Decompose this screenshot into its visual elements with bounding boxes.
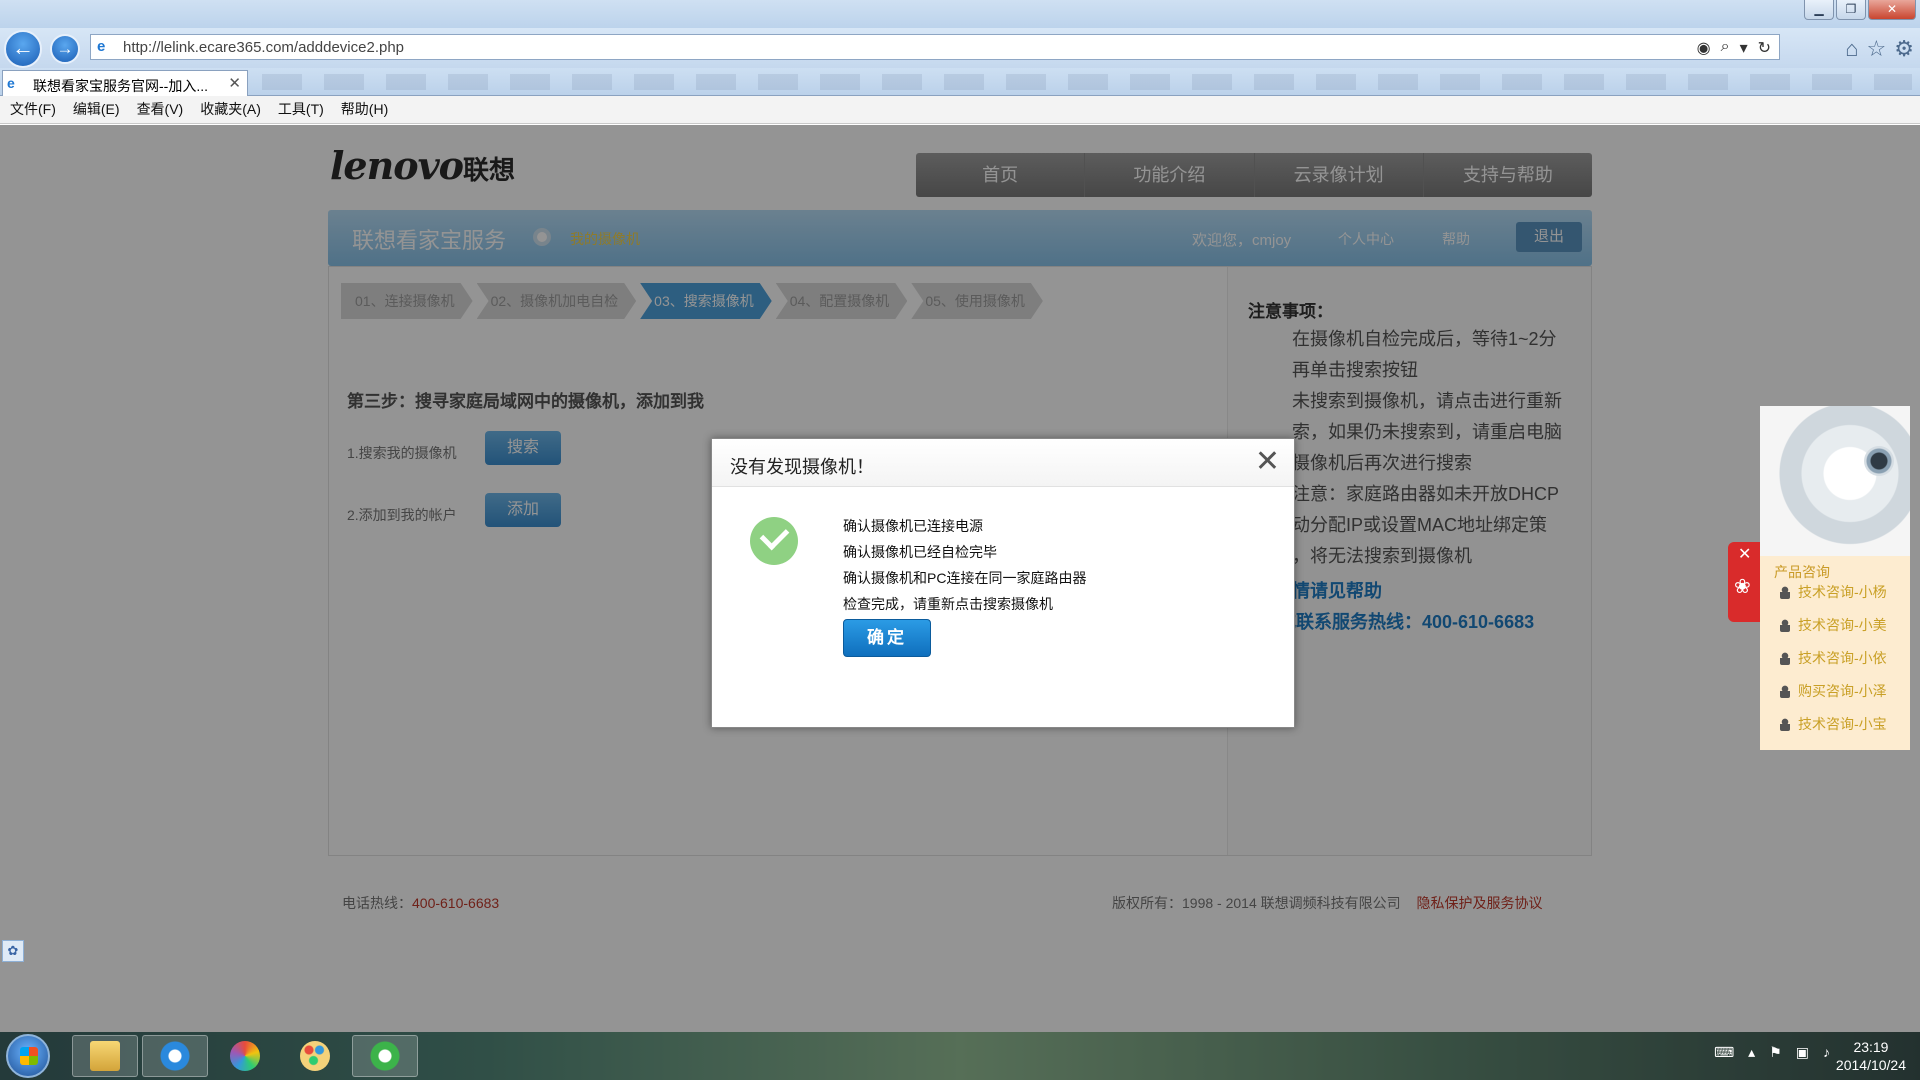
dialog-line: 确认摄像机已连接电源 <box>843 518 983 534</box>
maximize-button[interactable]: ❐ <box>1836 0 1866 20</box>
favorites-bar <box>262 74 1912 90</box>
person-icon <box>1780 685 1790 698</box>
forward-button[interactable]: → <box>50 34 80 64</box>
menu-help[interactable]: 帮助(H) <box>341 96 388 123</box>
clock[interactable]: 23:19 2014/10/24 <box>1836 1038 1906 1074</box>
menu-edit[interactable]: 编辑(E) <box>73 96 120 123</box>
menu-favorites[interactable]: 收藏夹(A) <box>200 96 261 123</box>
dialog-line: 确认摄像机和PC连接在同一家庭路由器 <box>843 570 1087 586</box>
search-icon[interactable]: ⌕ <box>1721 38 1730 58</box>
chat-contact-label: 购买咨询-小泽 <box>1798 683 1887 699</box>
person-icon <box>1780 586 1790 599</box>
taskbar-explorer[interactable] <box>72 1035 138 1077</box>
windows-logo-icon <box>20 1047 38 1065</box>
favorites-star-icon[interactable]: ☆ <box>1867 36 1887 62</box>
chat-toggle[interactable]: ✕ ❀ <box>1728 542 1760 622</box>
ie-icon <box>160 1041 190 1071</box>
flag-icon[interactable]: ⚑ <box>1769 1044 1782 1061</box>
person-icon <box>1780 652 1790 665</box>
chat-contact-label: 技术咨询-小美 <box>1798 617 1887 633</box>
menu-tools[interactable]: 工具(T) <box>278 96 324 123</box>
address-url[interactable]: http://lelink.ecare365.com/adddevice2.ph… <box>123 39 404 56</box>
close-icon[interactable]: ✕ <box>1738 544 1751 564</box>
tab-close-icon[interactable]: ✕ <box>228 74 241 92</box>
refresh-icon[interactable]: ↻ <box>1758 38 1771 58</box>
tab-active[interactable]: e 联想看家宝服务官网--加入... ✕ <box>2 70 248 96</box>
browser-tools: ⌂ ☆ ⚙ <box>1845 36 1914 62</box>
person-icon <box>1780 619 1790 632</box>
gear-icon[interactable]: ⚙ <box>1894 36 1914 62</box>
chat-contact[interactable]: 技术咨询-小杨 <box>1780 582 1887 602</box>
dialog-line: 确认摄像机已经自检完毕 <box>843 544 997 560</box>
volume-icon[interactable]: ♪ <box>1823 1044 1830 1061</box>
page-icon: e <box>97 38 106 55</box>
browser-icon <box>370 1041 400 1071</box>
chat-title: 产品咨询 <box>1774 564 1830 580</box>
taskbar-browser-green[interactable] <box>352 1035 418 1077</box>
tab-title: 联想看家宝服务官网--加入... <box>33 78 208 94</box>
navigation-bar: ← → e http://lelink.ecare365.com/adddevi… <box>0 28 1920 68</box>
taskbar-ie[interactable] <box>142 1035 208 1077</box>
chat-contact-label: 技术咨询-小宝 <box>1798 716 1887 732</box>
menu-view[interactable]: 查看(V) <box>137 96 184 123</box>
paint-icon <box>300 1041 330 1071</box>
chat-contact-label: 技术咨询-小杨 <box>1798 584 1887 600</box>
chat-contact[interactable]: 购买咨询-小泽 <box>1780 681 1887 701</box>
paw-icon: ❀ <box>1734 576 1751 598</box>
window-controls: ▁ ❐ ✕ <box>1802 0 1916 22</box>
person-icon <box>1780 718 1790 731</box>
dropdown-icon[interactable]: ▾ <box>1740 38 1748 58</box>
media-player-icon <box>230 1041 260 1071</box>
tab-bar: e 联想看家宝服务官网--加入... ✕ <box>0 68 1920 96</box>
chat-contact[interactable]: 技术咨询-小美 <box>1780 615 1887 635</box>
check-icon <box>750 517 798 565</box>
close-window-button[interactable]: ✕ <box>1868 0 1916 20</box>
address-bar[interactable]: e http://lelink.ecare365.com/adddevice2.… <box>90 34 1780 60</box>
folder-icon <box>90 1041 120 1071</box>
tray-arrow-icon[interactable]: ▴ <box>1748 1044 1755 1061</box>
clock-time: 23:19 <box>1853 1039 1889 1055</box>
chat-contact[interactable]: 技术咨询-小依 <box>1780 648 1887 668</box>
taskbar-media[interactable] <box>212 1035 278 1077</box>
camera-image <box>1760 406 1910 556</box>
taskbar-paint[interactable] <box>282 1035 348 1077</box>
clock-date: 2014/10/24 <box>1835 1057 1906 1073</box>
chat-contact[interactable]: 技术咨询-小宝 <box>1780 714 1887 734</box>
baidu-paw-icon[interactable]: ✿ <box>2 940 24 962</box>
back-button[interactable]: ← <box>4 30 42 68</box>
dialog-title: 没有发现摄像机！ <box>730 457 874 477</box>
confirm-button[interactable]: 确定 <box>843 619 931 657</box>
no-camera-dialog: 没有发现摄像机！ ✕ 确认摄像机已连接电源 确认摄像机已经自检完毕 确认摄像机和… <box>711 438 1295 728</box>
chat-panel: 产品咨询 技术咨询-小杨 技术咨询-小美 技术咨询-小依 购买咨询-小泽 技术咨… <box>1760 406 1910 750</box>
chat-contact-label: 技术咨询-小依 <box>1798 650 1887 666</box>
dialog-header: 没有发现摄像机！ ✕ <box>712 439 1294 487</box>
keyboard-icon[interactable]: ⌨ <box>1714 1044 1734 1061</box>
start-button[interactable] <box>6 1034 50 1078</box>
dialog-close-icon[interactable]: ✕ <box>1255 445 1280 479</box>
dialog-line: 检查完成，请重新点击搜索摄像机 <box>843 596 1053 612</box>
system-tray: ⌨ ▴ ⚑ ▣ ♪ <box>1714 1044 1830 1061</box>
camera-lens-icon <box>1864 446 1894 476</box>
compatibility-icon[interactable]: ◉ <box>1697 38 1711 58</box>
address-tools: ◉ ⌕ ▾ ↻ <box>1697 38 1771 58</box>
minimize-button[interactable]: ▁ <box>1804 0 1834 20</box>
web-page: lenovo联想 首页 功能介绍 云录像计划 支持与帮助 联想看家宝服务 我的摄… <box>0 125 1920 1032</box>
taskbar: ⌨ ▴ ⚑ ▣ ♪ 23:19 2014/10/24 <box>0 1032 1920 1080</box>
menu-bar: 文件(F) 编辑(E) 查看(V) 收藏夹(A) 工具(T) 帮助(H) <box>0 96 1920 124</box>
tab-ie-icon: e <box>7 75 15 91</box>
network-icon[interactable]: ▣ <box>1796 1044 1809 1061</box>
home-icon[interactable]: ⌂ <box>1845 36 1858 62</box>
window-titlebar: ▁ ❐ ✕ <box>0 0 1920 28</box>
menu-file[interactable]: 文件(F) <box>10 96 56 123</box>
